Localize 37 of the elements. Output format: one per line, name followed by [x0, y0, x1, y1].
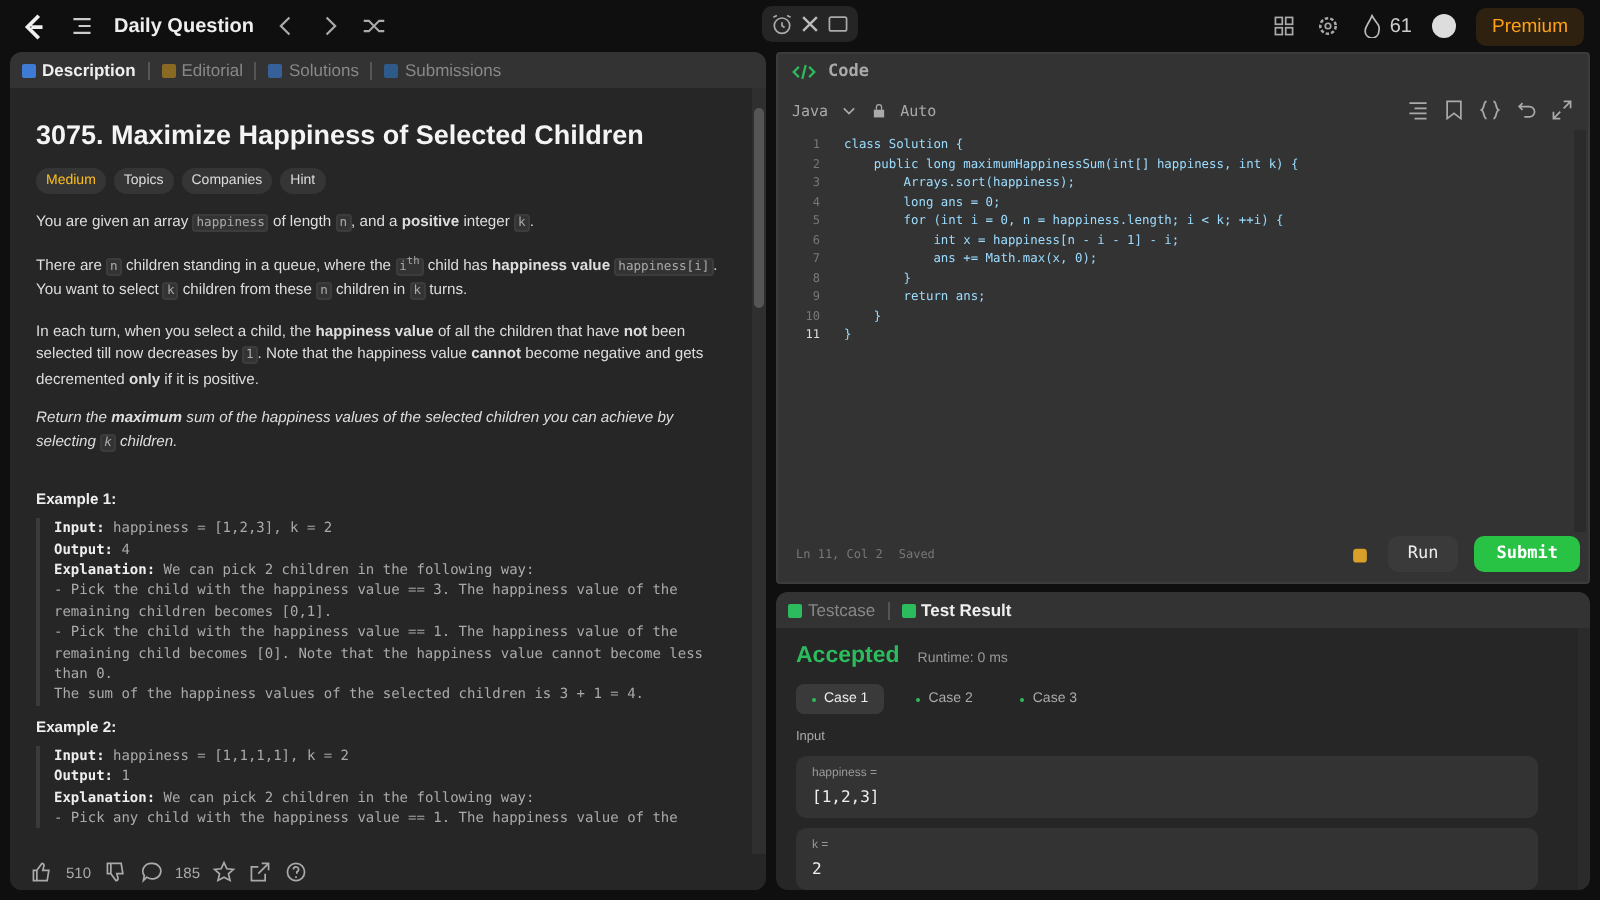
expand-icon[interactable]	[1550, 98, 1574, 122]
panel-tab[interactable]: Submissions	[384, 60, 502, 80]
avatar-icon[interactable]	[1431, 14, 1456, 38]
settings-icon[interactable]	[1315, 14, 1340, 38]
help-icon[interactable]	[284, 860, 309, 884]
result-tab[interactable]: Testcase	[788, 600, 876, 620]
result-tab[interactable]: Test Result	[901, 600, 1012, 620]
daily-question-title[interactable]: Daily Question	[114, 15, 255, 37]
shuffle-icon[interactable]	[362, 14, 387, 38]
bookmark-icon[interactable]	[1442, 98, 1466, 122]
align-icon[interactable]	[1406, 98, 1430, 122]
close-icon[interactable]	[798, 12, 822, 36]
premium-button[interactable]: Premium	[1475, 7, 1584, 45]
streak-count: 61	[1389, 15, 1412, 37]
list-icon[interactable]	[70, 14, 94, 38]
scrollbar[interactable]	[752, 88, 766, 854]
panel-tab[interactable]: Solutions	[268, 60, 359, 80]
code-title: Code	[828, 62, 869, 82]
panel-tab[interactable]: Editorial	[161, 60, 243, 80]
input-value: [1,2,3]	[812, 788, 882, 806]
code-icon	[792, 60, 816, 84]
input-value: 2	[812, 860, 824, 878]
grid-icon[interactable]	[1271, 14, 1296, 38]
thumbs-up-icon[interactable]	[30, 860, 54, 884]
undo-icon[interactable]	[1514, 98, 1538, 122]
comment-icon[interactable]	[139, 860, 164, 884]
star-icon[interactable]	[212, 860, 237, 884]
thumbs-down-icon[interactable]	[103, 860, 128, 884]
share-icon[interactable]	[248, 860, 273, 884]
problem-title: 3075. Maximize Happiness of Selected Children	[36, 120, 646, 150]
note-icon[interactable]	[826, 12, 850, 36]
run-button[interactable]: Run	[1387, 536, 1459, 572]
lock-icon	[870, 101, 889, 119]
verdict-label: Accepted	[796, 644, 900, 668]
panel-tab[interactable]: Description	[22, 60, 136, 80]
braces-icon[interactable]	[1478, 98, 1502, 122]
alarm-clock-icon[interactable]	[770, 12, 794, 36]
